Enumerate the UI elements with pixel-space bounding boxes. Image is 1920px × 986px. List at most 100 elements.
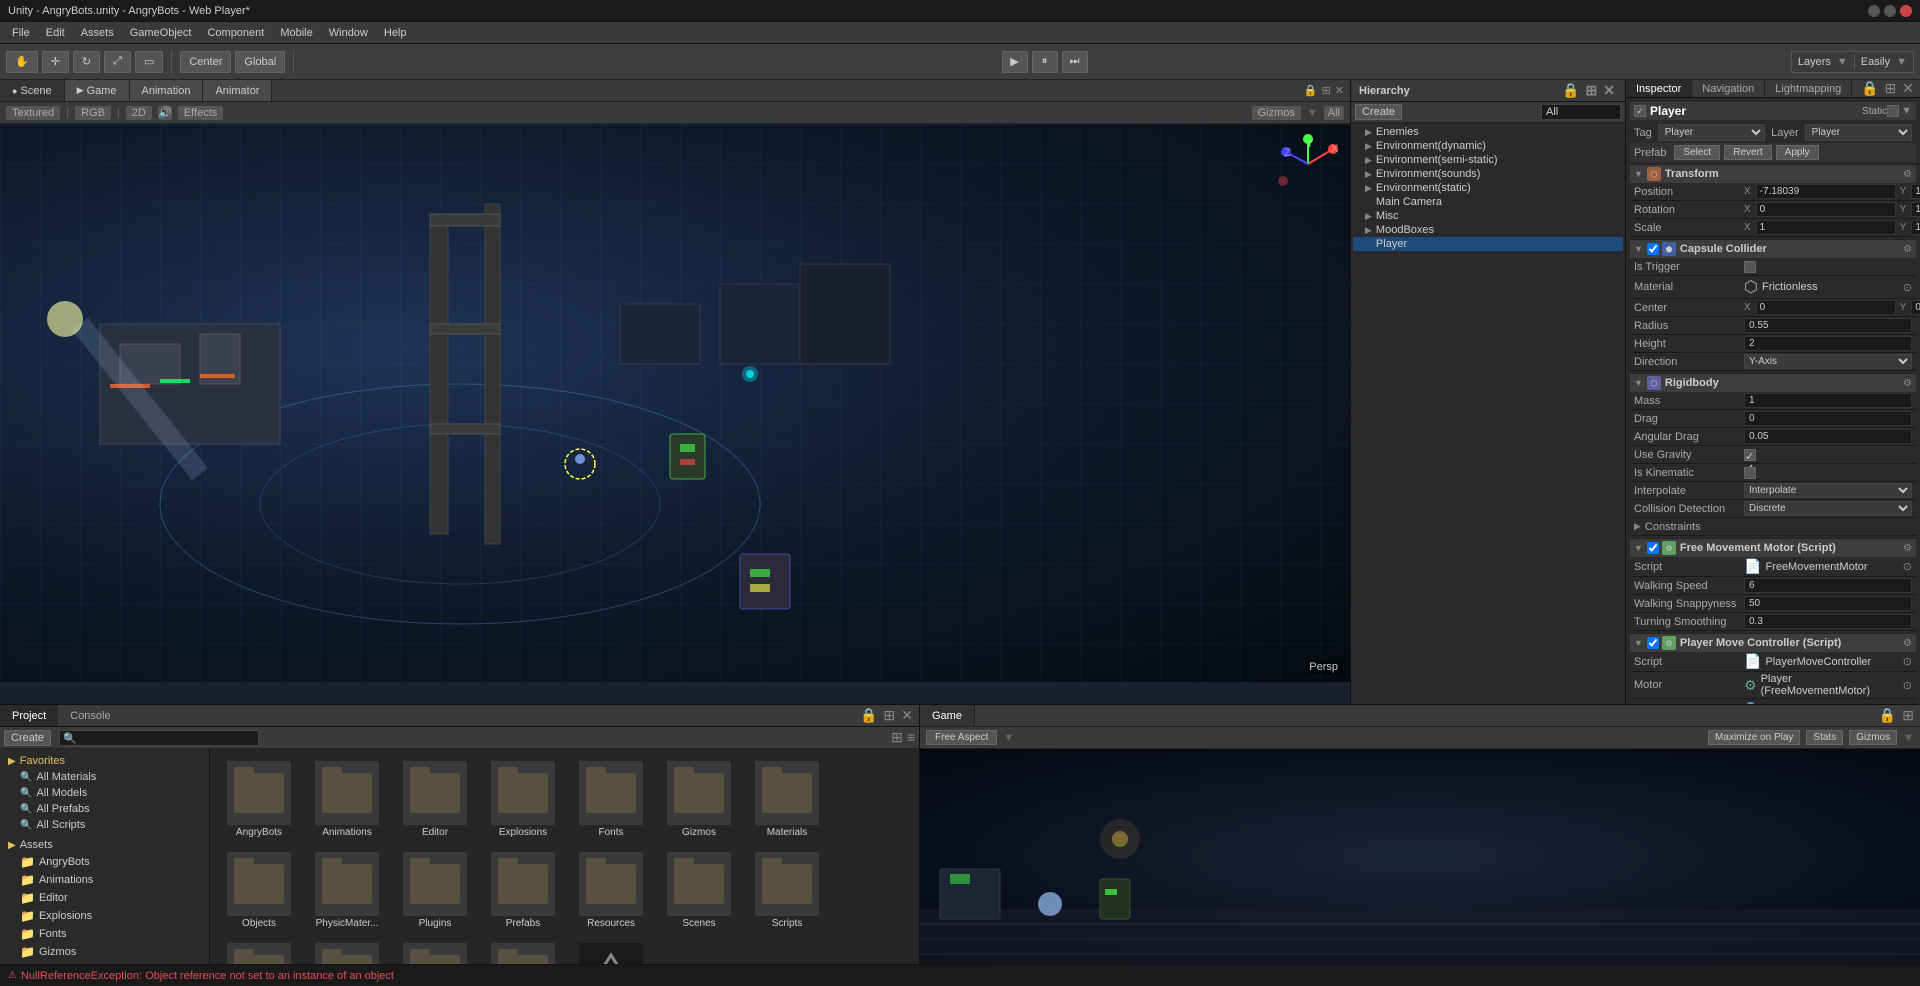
asset-sounds[interactable]: Sounds (306, 939, 388, 964)
hierarchy-item-moodboxes[interactable]: ▶ MoodBoxes (1353, 223, 1623, 237)
capsule-enabled[interactable] (1647, 243, 1659, 255)
turning-smoothing-value[interactable] (1744, 614, 1912, 629)
use-gravity-checkbox[interactable]: ✓ (1744, 449, 1756, 461)
project-lock[interactable]: 🔒 (858, 707, 879, 724)
game-gizmos-btn[interactable]: Gizmos (1849, 730, 1897, 745)
pmc-header[interactable]: ▼ ⚙ Player Move Controller (Script) ⚙ (1630, 633, 1916, 652)
static-checkbox[interactable] (1887, 105, 1899, 117)
asset-animations[interactable]: Animations (306, 757, 388, 842)
tree-explosions[interactable]: 📁 Explosions (4, 907, 205, 925)
tree-all-materials[interactable]: 🔍 All Materials (4, 769, 205, 785)
fmm-enabled[interactable] (1647, 542, 1659, 554)
asset-gizmos[interactable]: Gizmos (658, 757, 740, 842)
rot-x[interactable] (1756, 202, 1896, 217)
hierarchy-item-maincam[interactable]: ▶ Main Camera (1353, 195, 1623, 209)
tree-favorites[interactable]: ▶ Favorites (4, 753, 205, 769)
rect-tool[interactable]: ▭ (135, 51, 163, 73)
center-btn[interactable]: Center (180, 51, 231, 73)
motor-select[interactable]: ⊙ (1903, 679, 1912, 692)
layer-select[interactable]: Player (1805, 124, 1912, 141)
tree-angrybots[interactable]: 📁 AngryBots (4, 853, 205, 871)
is-kinematic-checkbox[interactable] (1744, 467, 1756, 479)
step-button[interactable]: ⏭ (1062, 51, 1088, 73)
walking-speed-value[interactable] (1744, 578, 1912, 593)
material-select-btn[interactable]: ⊙ (1903, 281, 1912, 294)
hand-tool[interactable]: ✋ (6, 51, 38, 73)
height-value[interactable] (1744, 336, 1912, 351)
asset-materials[interactable]: Materials (746, 757, 828, 842)
game-maximize[interactable]: ⊞ (1900, 707, 1916, 724)
drag-value[interactable] (1744, 411, 1912, 426)
scale-y[interactable] (1911, 220, 1920, 235)
game-tab[interactable]: Game (920, 705, 975, 726)
menu-mobile[interactable]: Mobile (272, 25, 320, 41)
menu-component[interactable]: Component (199, 25, 272, 41)
asset-unity-logo[interactable]: AngryBots (570, 939, 652, 964)
project-list-icon[interactable]: ≡ (907, 729, 915, 746)
project-search[interactable] (59, 730, 259, 746)
tree-fonts[interactable]: 📁 Fonts (4, 925, 205, 943)
game-lock[interactable]: 🔒 (1877, 707, 1898, 724)
menu-help[interactable]: Help (376, 25, 415, 41)
rotate-tool[interactable]: ↻ (73, 51, 100, 73)
transform-header[interactable]: ▼ ⬡ Transform ⚙ (1630, 164, 1916, 183)
fmm-script-select[interactable]: ⊙ (1903, 560, 1912, 573)
tab-animation[interactable]: Animation (130, 80, 204, 101)
asset-shaders[interactable]: Shaders (218, 939, 300, 964)
asset-scenes[interactable]: Scenes (658, 848, 740, 933)
hierarchy-maximize[interactable]: ⊞ (1584, 82, 1600, 99)
inspector-close[interactable]: ✕ (1900, 80, 1916, 97)
asset-standard[interactable]: Standard as... (394, 939, 476, 964)
hierarchy-item-player[interactable]: ▶ Player (1353, 237, 1623, 251)
inspector-maximize[interactable]: ⊞ (1883, 80, 1899, 97)
walking-snappyness-value[interactable] (1744, 596, 1912, 611)
radius-value[interactable] (1744, 318, 1912, 333)
hierarchy-create-btn[interactable]: Create (1355, 104, 1402, 120)
pmc-settings[interactable]: ⚙ (1903, 638, 1912, 649)
project-maximize[interactable]: ⊞ (882, 707, 898, 724)
pause-button[interactable]: ⏸ (1032, 51, 1058, 73)
tab-navigation[interactable]: Navigation (1692, 80, 1765, 97)
tab-project[interactable]: Project (0, 705, 58, 726)
pmc-enabled[interactable] (1647, 637, 1659, 649)
maximize-on-play-btn[interactable]: Maximize on Play (1708, 730, 1800, 745)
prefab-select-btn[interactable]: Select (1674, 145, 1720, 160)
global-btn[interactable]: Global (235, 51, 285, 73)
prefab-revert-btn[interactable]: Revert (1724, 145, 1771, 160)
scale-tool[interactable]: ⤢ (104, 51, 131, 73)
rigidbody-settings[interactable]: ⚙ (1903, 378, 1912, 389)
center-x[interactable] (1756, 300, 1896, 315)
tree-all-prefabs[interactable]: 🔍 All Prefabs (4, 801, 205, 817)
tree-all-scripts[interactable]: 🔍 All Scripts (4, 817, 205, 833)
hierarchy-close[interactable]: ✕ (1601, 82, 1617, 99)
asset-prefabs[interactable]: Prefabs (482, 848, 564, 933)
interpolate-select[interactable]: Interpolate (1744, 483, 1912, 498)
hierarchy-item-misc[interactable]: ▶ Misc (1353, 209, 1623, 223)
pmc-script-select[interactable]: ⊙ (1903, 655, 1912, 668)
hierarchy-item-env-static[interactable]: ▶ Environment(static) (1353, 181, 1623, 195)
2d-label[interactable]: 2D (126, 106, 152, 120)
tab-game[interactable]: ▶ Game (65, 80, 130, 101)
tree-assets-root[interactable]: ▶ Assets (4, 837, 205, 853)
hierarchy-item-env-semi[interactable]: ▶ Environment(semi-static) (1353, 153, 1623, 167)
gizmos-label[interactable]: Gizmos (1252, 106, 1301, 120)
project-close[interactable]: ✕ (899, 707, 915, 724)
rigidbody-header[interactable]: ▼ ⬡ Rigidbody ⚙ (1630, 373, 1916, 392)
direction-select[interactable]: Y-Axis (1744, 354, 1912, 369)
hierarchy-search[interactable] (1541, 104, 1621, 120)
center-y[interactable] (1911, 300, 1920, 315)
menu-window[interactable]: Window (321, 25, 376, 41)
scale-x[interactable] (1756, 220, 1896, 235)
effects-label[interactable]: Effects (178, 106, 223, 120)
collision-detect-select[interactable]: Discrete (1744, 501, 1912, 516)
constraints-row[interactable]: ▶ Constraints (1630, 518, 1916, 536)
panel-maximize-icon[interactable]: ⊞ (1322, 84, 1331, 97)
tab-scene[interactable]: ● Scene (0, 80, 65, 101)
free-movement-header[interactable]: ▼ ⚙ Free Movement Motor (Script) ⚙ (1630, 538, 1916, 557)
layers-dropdown[interactable]: Layers ▼ Easily ▼ (1791, 51, 1914, 73)
angular-drag-value[interactable] (1744, 429, 1912, 444)
fmm-settings[interactable]: ⚙ (1903, 543, 1912, 554)
capsule-settings[interactable]: ⚙ (1903, 244, 1912, 255)
tree-animations[interactable]: 📁 Animations (4, 871, 205, 889)
panel-close-icon[interactable]: ✕ (1335, 84, 1344, 97)
